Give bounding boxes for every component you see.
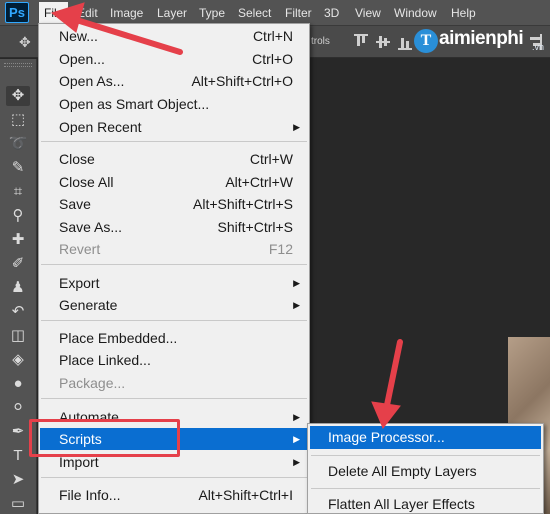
eyedropper-tool-icon[interactable]: ⚲ — [6, 206, 30, 226]
menu-3d[interactable]: 3D — [319, 0, 344, 26]
healing-brush-tool-icon[interactable]: ✚ — [6, 230, 30, 250]
marquee-tool-icon[interactable]: ⬚ — [6, 110, 30, 130]
menu-item-save-as[interactable]: Save As... Shift+Ctrl+S — [40, 216, 308, 238]
photoshop-logo: Ps — [5, 2, 29, 23]
menu-separator — [41, 477, 307, 478]
move-icon[interactable]: ✥ — [19, 34, 31, 50]
brush-tool-icon[interactable]: ✐ — [6, 254, 30, 274]
submenu-arrow-icon: ▶ — [293, 122, 300, 132]
menu-item-export[interactable]: Export ▶ — [40, 272, 308, 294]
menu-separator — [41, 398, 307, 399]
history-brush-tool-icon[interactable]: ↶ — [6, 302, 30, 322]
menu-item-close-all[interactable]: Close All Alt+Ctrl+W — [40, 171, 308, 193]
watermark-logo: T aimienphi .vn — [414, 27, 546, 57]
quick-select-tool-icon[interactable]: ✎ — [6, 158, 30, 178]
menu-item-open-as-smart-object[interactable]: Open as Smart Object... — [40, 93, 308, 115]
move-tool-icon[interactable]: ✥ — [6, 86, 30, 106]
crop-tool-icon[interactable]: ⌗ — [6, 182, 30, 202]
panel-grip[interactable] — [4, 63, 32, 67]
submenu-arrow-icon: ▶ — [293, 457, 300, 467]
menu-item-package: Package... — [59, 375, 126, 391]
menu-item-file-info[interactable]: File Info... Alt+Shift+Ctrl+I — [40, 484, 308, 506]
dodge-tool-icon[interactable]: ⚪ — [6, 398, 30, 418]
scripts-submenu: Image Processor... Delete All Empty Laye… — [307, 423, 544, 514]
rectangle-tool-icon[interactable]: ▭ — [6, 494, 30, 514]
menu-separator — [41, 320, 307, 321]
menu-item-save[interactable]: Save Alt+Shift+Ctrl+S — [40, 193, 308, 215]
watermark-suffix: .vn — [532, 42, 545, 52]
show-transform-controls-label: trols — [311, 36, 330, 47]
menu-item-new[interactable]: New... Ctrl+N — [40, 25, 308, 47]
submenu-item-flatten-all-layer-effects[interactable]: Flatten All Layer Effects — [310, 493, 541, 514]
menu-item-place-linked[interactable]: Place Linked... — [40, 349, 308, 371]
align-vertical-center-icon[interactable] — [376, 34, 390, 50]
lasso-tool-icon[interactable]: ➰ — [6, 134, 30, 154]
menu-item-place-embedded[interactable]: Place Embedded... — [40, 327, 308, 349]
watermark-brand: aimienphi — [439, 28, 524, 49]
clone-stamp-tool-icon[interactable]: ♟ — [6, 278, 30, 298]
menu-item-generate[interactable]: Generate ▶ — [40, 294, 308, 316]
menu-window[interactable]: Window — [389, 0, 442, 26]
menu-separator — [311, 455, 540, 456]
scripts-highlight-box — [29, 419, 180, 457]
submenu-item-delete-all-empty-layers[interactable]: Delete All Empty Layers — [310, 460, 541, 483]
align-top-icon[interactable] — [354, 34, 368, 50]
submenu-arrow-icon: ▶ — [293, 300, 300, 310]
type-tool-icon[interactable]: T — [6, 446, 30, 466]
path-selection-tool-icon[interactable]: ➤ — [6, 470, 30, 490]
submenu-arrow-icon: ▶ — [293, 278, 300, 288]
blur-tool-icon[interactable]: ● — [6, 374, 30, 394]
paint-bucket-tool-icon[interactable]: ◈ — [6, 350, 30, 370]
menu-item-revert: Revert F12 — [59, 241, 293, 257]
menu-item-open-recent[interactable]: Open Recent ▶ — [40, 116, 308, 138]
menu-file[interactable]: File — [39, 2, 69, 24]
watermark-circle-icon: T — [414, 29, 438, 53]
eraser-tool-icon[interactable]: ◫ — [6, 326, 30, 346]
menu-item-open[interactable]: Open... Ctrl+O — [40, 48, 308, 70]
menu-separator — [41, 141, 307, 142]
menu-item-open-as[interactable]: Open As... Alt+Shift+Ctrl+O — [40, 70, 308, 92]
submenu-arrow-icon: ▶ — [293, 434, 300, 444]
pen-tool-icon[interactable]: ✒ — [6, 422, 30, 442]
menu-separator — [41, 264, 307, 265]
submenu-item-image-processor[interactable]: Image Processor... — [310, 426, 541, 449]
menu-view[interactable]: View — [350, 0, 386, 26]
menu-separator — [311, 488, 540, 489]
submenu-arrow-icon: ▶ — [293, 412, 300, 422]
align-bottom-icon[interactable] — [398, 34, 412, 50]
menu-help[interactable]: Help — [446, 0, 481, 26]
menu-item-close[interactable]: Close Ctrl+W — [40, 148, 308, 170]
